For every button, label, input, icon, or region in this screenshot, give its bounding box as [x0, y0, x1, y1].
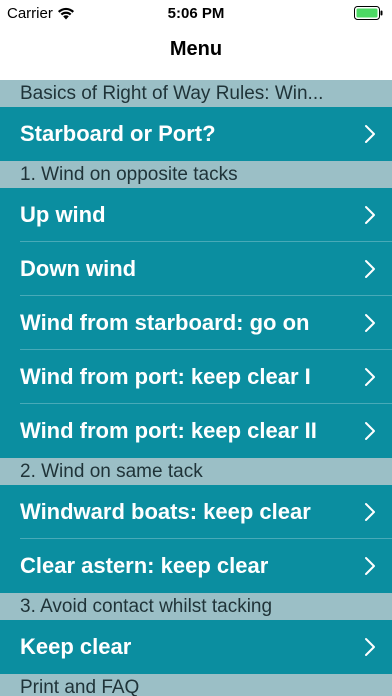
menu-item-label: Wind from port: keep clear II [20, 418, 317, 443]
menu-item-label: Clear astern: keep clear [20, 553, 269, 578]
menu-item-label: Down wind [20, 256, 137, 281]
section-header: 1. Wind on opposite tacks [0, 161, 392, 188]
chevron-right-icon [364, 502, 376, 522]
status-bar: Carrier 5:06 PM [0, 0, 392, 28]
chevron-right-icon [364, 124, 376, 144]
menu-item[interactable]: Wind from port: keep clear II [0, 404, 392, 458]
menu-item[interactable]: Wind from port: keep clear I [0, 350, 392, 404]
chevron-right-icon [364, 556, 376, 576]
menu-item[interactable]: Wind from starboard: go on [0, 296, 392, 350]
chevron-right-icon [364, 205, 376, 225]
menu-item[interactable]: Up wind [0, 188, 392, 242]
section-header: Print and FAQ [0, 674, 392, 696]
section-header: Basics of Right of Way Rules: Win... [0, 80, 392, 107]
menu-item-label: Up wind [20, 202, 106, 227]
chevron-right-icon [364, 637, 376, 657]
menu-list: Basics of Right of Way Rules: Win... Star… [0, 80, 392, 696]
menu-item-label: Wind from port: keep clear I [20, 364, 311, 389]
menu-item[interactable]: Down wind [0, 242, 392, 296]
menu-item-label: Wind from starboard: go on [20, 310, 310, 335]
menu-item[interactable]: Windward boats: keep clear [0, 485, 392, 539]
chevron-right-icon [364, 313, 376, 333]
menu-item[interactable]: Starboard or Port? [0, 107, 392, 161]
section-header: 2. Wind on same tack [0, 458, 392, 485]
chevron-right-icon [364, 367, 376, 387]
battery-indicator [354, 6, 384, 20]
menu-item-label: Keep clear [20, 634, 132, 659]
menu-item[interactable]: Clear astern: keep clear [0, 539, 392, 593]
clock: 5:06 PM [167, 5, 225, 22]
menu-item[interactable]: Keep clear [0, 620, 392, 674]
chevron-right-icon [364, 259, 376, 279]
menu-item-label: Starboard or Port? [20, 121, 216, 146]
page-title: Menu [169, 38, 223, 60]
section-header: 3. Avoid contact whilst tacking [0, 593, 392, 620]
chevron-right-icon [364, 421, 376, 441]
menu-item-label: Windward boats: keep clear [20, 499, 311, 524]
battery-icon [354, 6, 383, 20]
navigation-bar: Carrier 5:06 PM Menu [0, 0, 392, 80]
